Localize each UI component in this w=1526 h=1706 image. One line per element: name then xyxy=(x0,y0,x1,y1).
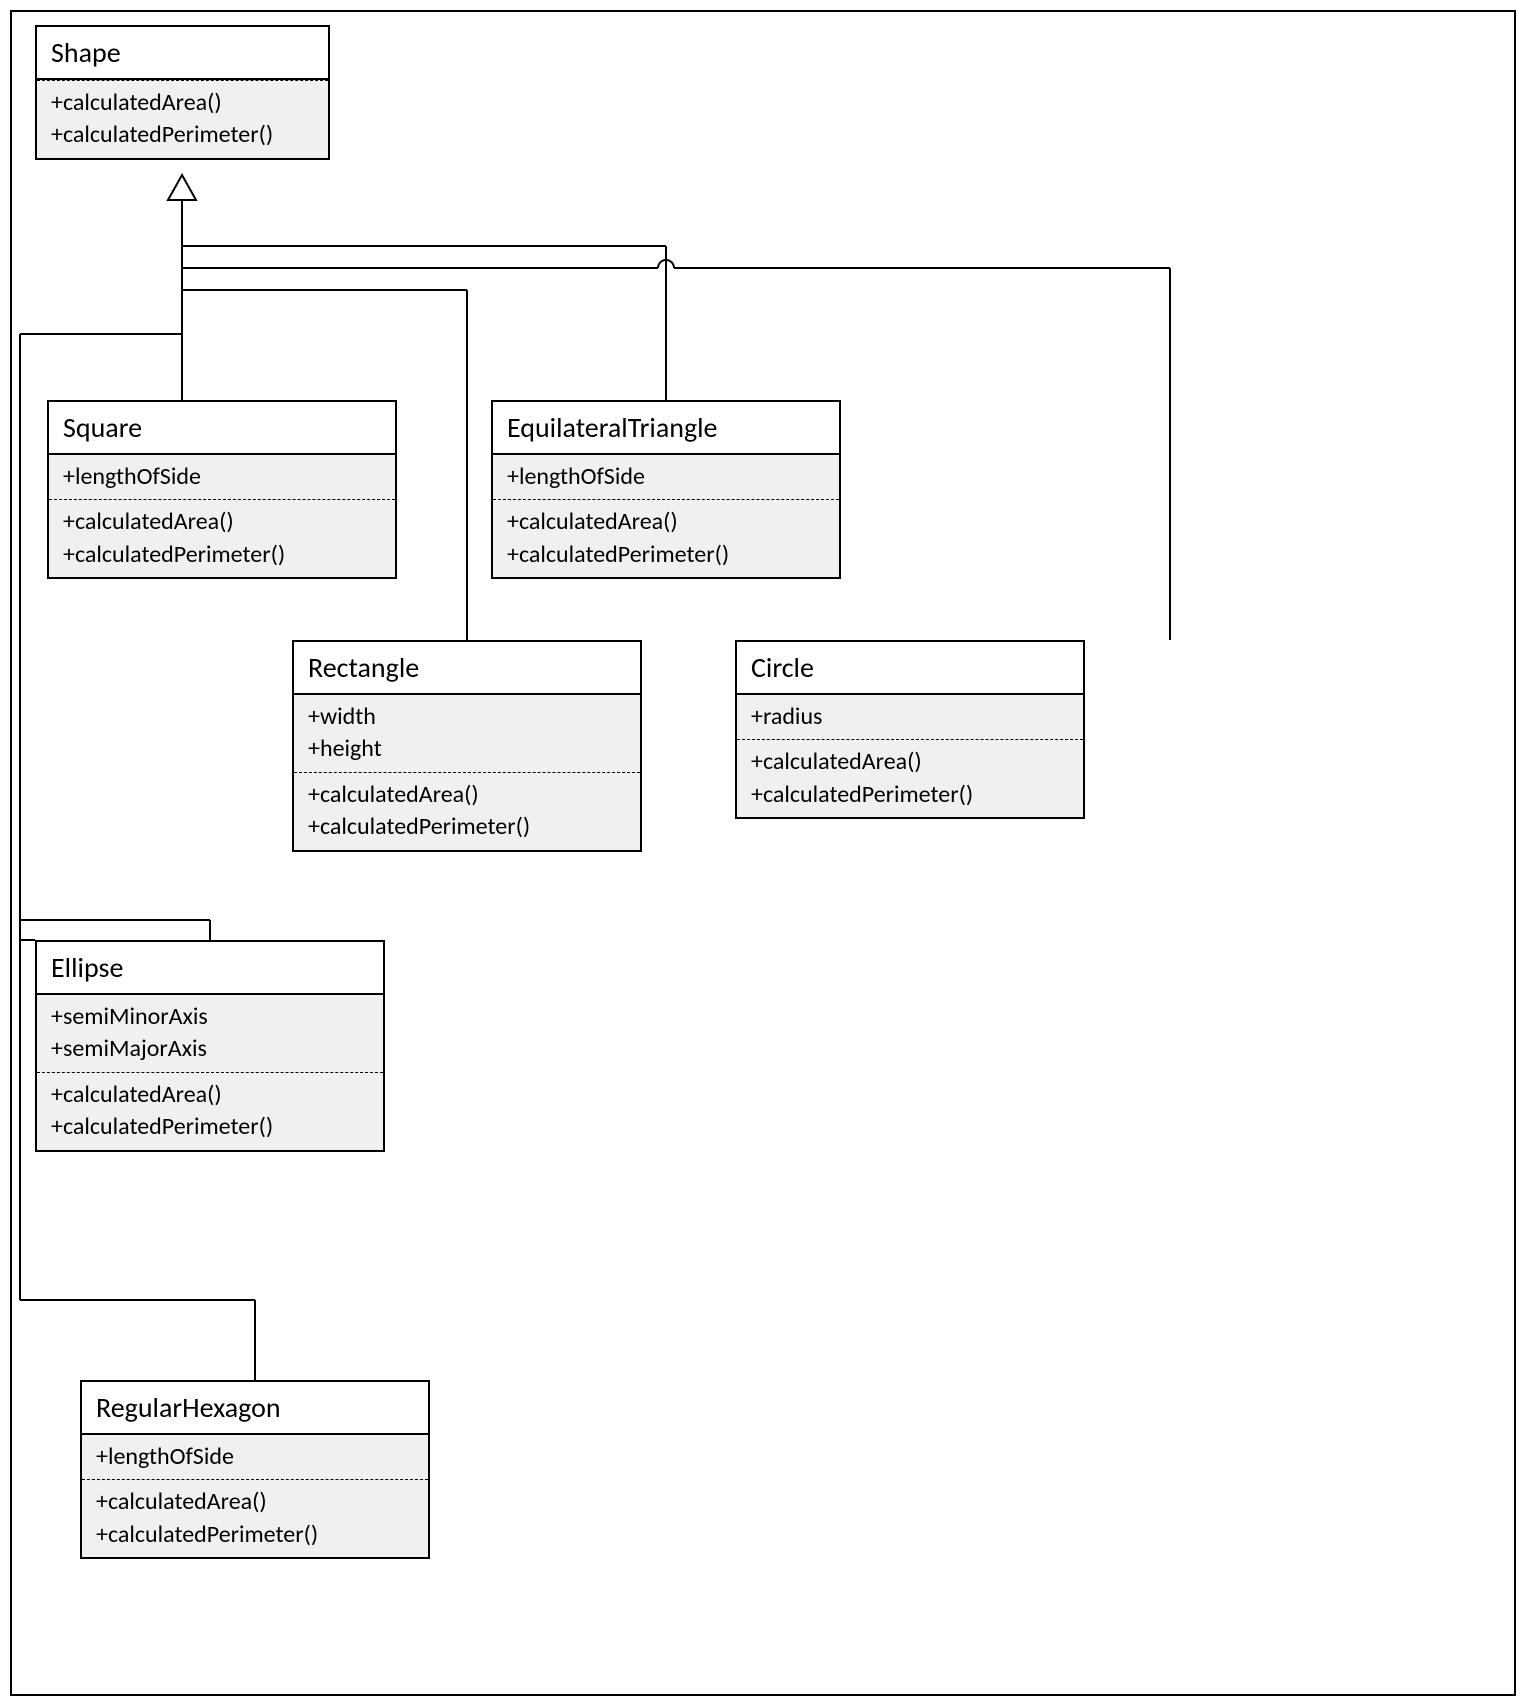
attribute: +height xyxy=(308,733,626,765)
class-equilateral-triangle: EquilateralTriangle +lengthOfSide +calcu… xyxy=(491,400,841,579)
class-name: EquilateralTriangle xyxy=(493,402,839,455)
class-circle: Circle +radius +calculatedArea() +calcul… xyxy=(735,640,1085,819)
method: +calculatedArea() xyxy=(51,87,314,119)
class-name: Circle xyxy=(737,642,1083,695)
attribute: +lengthOfSide xyxy=(63,461,381,493)
attribute: +radius xyxy=(751,701,1069,733)
class-rectangle: Rectangle +width +height +calculatedArea… xyxy=(292,640,642,852)
class-ellipse: Ellipse +semiMinorAxis +semiMajorAxis +c… xyxy=(35,940,385,1152)
method: +calculatedPerimeter() xyxy=(308,811,626,843)
method: +calculatedArea() xyxy=(308,779,626,811)
class-name: Shape xyxy=(37,27,328,80)
attribute: +lengthOfSide xyxy=(96,1441,414,1473)
attribute: +semiMinorAxis xyxy=(51,1001,369,1033)
method: +calculatedPerimeter() xyxy=(96,1519,414,1551)
class-name: Ellipse xyxy=(37,942,383,995)
attribute: +lengthOfSide xyxy=(507,461,825,493)
attribute: +semiMajorAxis xyxy=(51,1033,369,1065)
attribute: +width xyxy=(308,701,626,733)
class-name: Square xyxy=(49,402,395,455)
method: +calculatedArea() xyxy=(751,746,1069,778)
class-square: Square +lengthOfSide +calculatedArea() +… xyxy=(47,400,397,579)
method: +calculatedArea() xyxy=(63,506,381,538)
class-name: RegularHexagon xyxy=(82,1382,428,1435)
method: +calculatedPerimeter() xyxy=(507,539,825,571)
method: +calculatedArea() xyxy=(51,1079,369,1111)
method: +calculatedArea() xyxy=(96,1486,414,1518)
class-name: Rectangle xyxy=(294,642,640,695)
method: +calculatedPerimeter() xyxy=(63,539,381,571)
method: +calculatedArea() xyxy=(507,506,825,538)
method: +calculatedPerimeter() xyxy=(51,1111,369,1143)
method: +calculatedPerimeter() xyxy=(51,119,314,151)
class-shape: Shape +calculatedArea() +calculatedPerim… xyxy=(35,25,330,160)
class-regular-hexagon: RegularHexagon +lengthOfSide +calculated… xyxy=(80,1380,430,1559)
method: +calculatedPerimeter() xyxy=(751,779,1069,811)
